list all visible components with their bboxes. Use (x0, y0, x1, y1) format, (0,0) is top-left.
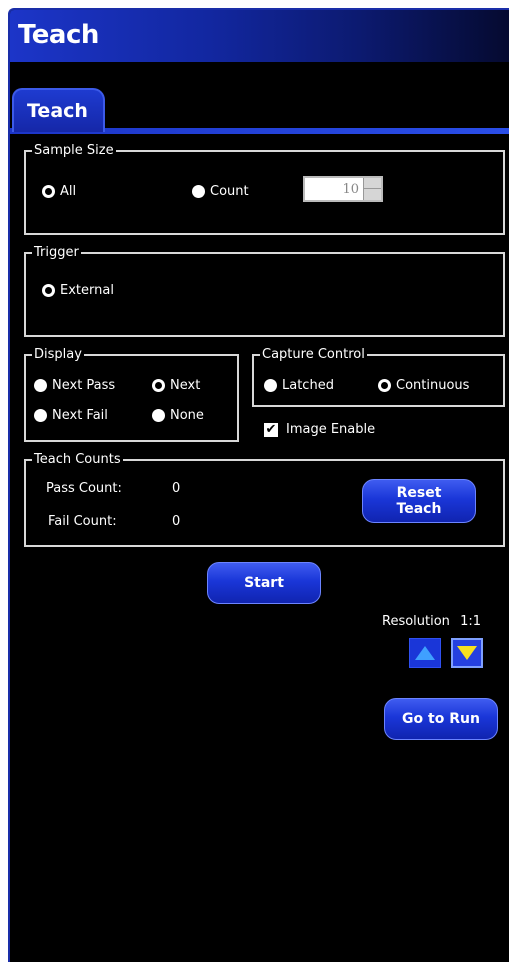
trigger-group: Trigger External (24, 245, 505, 337)
arrow-down-icon (457, 646, 477, 660)
checkmark-icon: ✔ (264, 421, 278, 437)
pass-count-value: 0 (172, 481, 181, 496)
radio-selected-icon (378, 379, 391, 392)
display-next-fail-label: Next Fail (52, 408, 108, 423)
display-next-fail-radio[interactable]: Next Fail (34, 408, 108, 423)
trigger-external-radio[interactable]: External (42, 283, 114, 298)
resolution-down-button[interactable] (451, 638, 483, 668)
sample-size-group: Sample Size All Count 10 (24, 143, 505, 235)
resolution-value: 1:1 (460, 614, 481, 629)
resolution-up-button[interactable] (409, 638, 441, 668)
go-to-run-label: Go to Run (402, 711, 480, 727)
resolution-readout: Resolution 1:1 (382, 614, 481, 629)
title-bar: Teach (10, 10, 509, 62)
radio-selected-icon (152, 379, 165, 392)
resolution-label: Resolution (382, 614, 450, 629)
spin-up-icon[interactable] (363, 178, 381, 189)
reset-teach-line2: Teach (396, 501, 442, 517)
display-next-label: Next (170, 378, 201, 393)
radio-unselected-icon (264, 379, 277, 392)
display-next-pass-label: Next Pass (52, 378, 116, 393)
count-spinbox[interactable]: 10 (303, 176, 383, 202)
display-next-radio[interactable]: Next (152, 378, 200, 393)
display-next-pass-radio[interactable]: Next Pass (34, 378, 115, 393)
sample-size-count-label: Count (210, 184, 249, 199)
pass-count-label: Pass Count: (46, 481, 122, 496)
spin-down-icon[interactable] (363, 189, 381, 200)
capture-latched-radio[interactable]: Latched (264, 378, 334, 393)
start-button-label: Start (244, 575, 284, 591)
sample-size-all-radio[interactable]: All (42, 184, 76, 199)
display-none-radio[interactable]: None (152, 408, 204, 423)
image-enable-label: Image Enable (286, 422, 376, 437)
capture-control-group: Capture Control Latched Continuous (252, 347, 505, 407)
teach-counts-group: Teach Counts Pass Count: 0 Fail Count: 0… (24, 452, 505, 547)
tab-teach[interactable]: Teach (12, 88, 105, 132)
sample-size-legend: Sample Size (32, 143, 116, 159)
display-none-label: None (170, 408, 204, 423)
trigger-legend: Trigger (32, 245, 81, 261)
radio-unselected-icon (34, 379, 47, 392)
count-spin-arrows (363, 178, 381, 200)
go-to-run-button[interactable]: Go to Run (384, 698, 498, 740)
teach-window: Teach Teach Sample Size All Count 10 Tri… (8, 8, 509, 962)
window-title: Teach (18, 20, 99, 50)
capture-control-legend: Capture Control (260, 347, 367, 363)
trigger-external-label: External (60, 283, 114, 298)
radio-unselected-icon (152, 409, 165, 422)
count-value: 10 (342, 182, 359, 197)
radio-unselected-icon (192, 185, 205, 198)
reset-teach-button[interactable]: Reset Teach (362, 479, 476, 523)
display-legend: Display (32, 347, 84, 363)
radio-selected-icon (42, 185, 55, 198)
fail-count-value: 0 (172, 514, 181, 529)
start-button[interactable]: Start (207, 562, 321, 604)
image-enable-checkbox[interactable]: ✔ Image Enable (264, 422, 375, 437)
capture-latched-label: Latched (282, 378, 334, 393)
capture-continuous-label: Continuous (396, 378, 470, 393)
reset-teach-line1: Reset (396, 485, 442, 501)
display-group: Display Next Pass Next Next Fail None (24, 347, 239, 442)
sample-size-all-label: All (60, 184, 77, 199)
capture-continuous-radio[interactable]: Continuous (378, 378, 469, 393)
radio-selected-icon (42, 284, 55, 297)
fail-count-label: Fail Count: (48, 514, 117, 529)
arrow-up-icon (415, 646, 435, 660)
radio-unselected-icon (34, 409, 47, 422)
tab-teach-label: Teach (27, 100, 88, 122)
teach-counts-legend: Teach Counts (32, 452, 123, 468)
sample-size-count-radio[interactable]: Count (192, 184, 249, 199)
